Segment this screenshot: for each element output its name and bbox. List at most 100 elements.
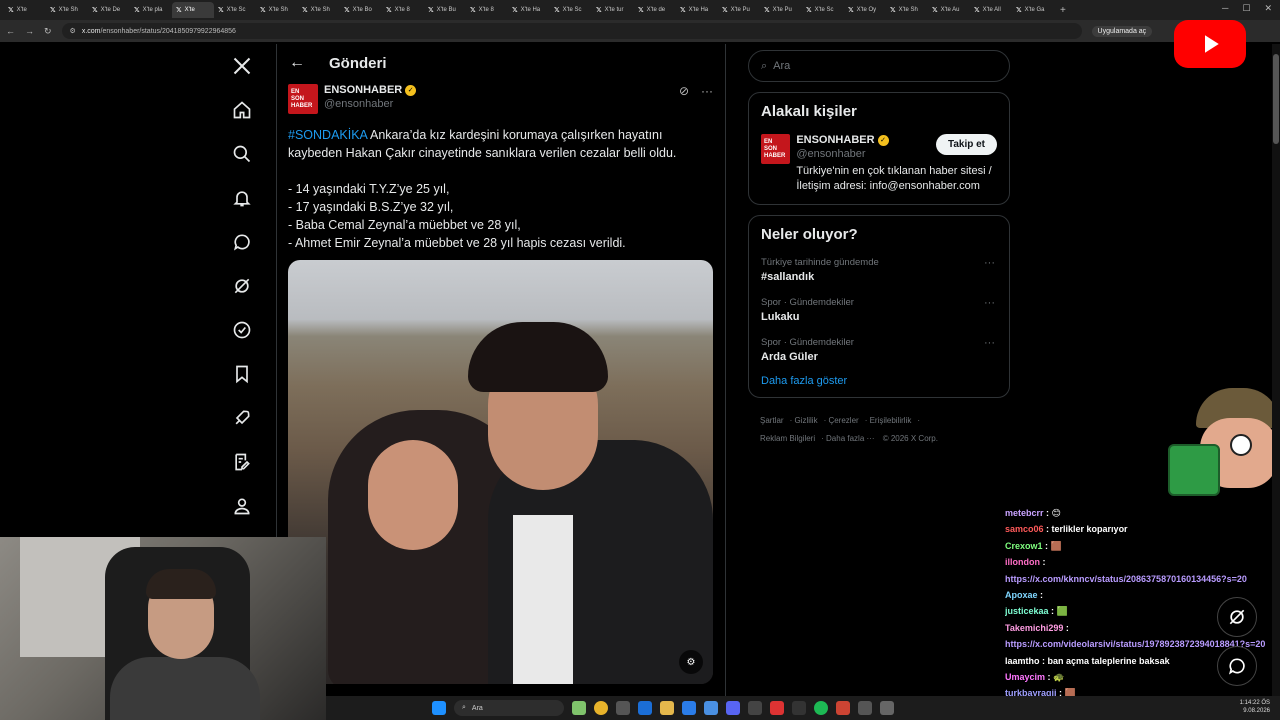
edge-icon[interactable] [638, 701, 652, 715]
browser-tab[interactable]: 𝕏 X'te Pu [760, 2, 802, 18]
browser-tab[interactable]: 𝕏 X'te 8 [382, 2, 424, 18]
grok-fab-icon[interactable] [1217, 597, 1257, 637]
author-handle[interactable]: @ensonhaber [324, 98, 416, 110]
app-icon[interactable] [748, 701, 762, 715]
folder-icon[interactable] [660, 701, 674, 715]
explore-search-icon[interactable] [226, 132, 258, 176]
chat-link[interactable]: https://x.com/kknncv/status/208637587016… [1005, 574, 1247, 584]
more-options-icon[interactable]: ··· [701, 84, 713, 98]
start-icon[interactable] [432, 701, 446, 715]
ensonhaber-logo[interactable]: EN SON HABER [288, 84, 318, 114]
chat-username[interactable]: justicekaa [1005, 606, 1049, 616]
browser-tab[interactable]: 𝕏 X'te Sh [298, 2, 340, 18]
articles-icon[interactable] [226, 440, 258, 484]
open-in-app-chip[interactable]: Uygulamada aç [1091, 25, 1153, 37]
browser-tab[interactable]: 𝕏 X'te de [634, 2, 676, 18]
browser-tab[interactable]: 𝕏 X'te Sc [214, 2, 256, 18]
footer-link[interactable]: Gizlilik [794, 416, 817, 425]
discord-icon[interactable] [726, 701, 740, 715]
chat-username[interactable]: Umaycim [1005, 672, 1045, 682]
app-icon[interactable] [704, 701, 718, 715]
chat-username[interactable]: Takemichi299 [1005, 623, 1063, 633]
browser-tab[interactable]: 𝕏 X'te Ha [508, 2, 550, 18]
browser-tab[interactable]: 𝕏 X'te Sc [550, 2, 592, 18]
browser-tab[interactable]: 𝕏 X'te Sh [256, 2, 298, 18]
follow-button[interactable]: Takip et [935, 134, 997, 155]
browser-tab[interactable]: 𝕏 X'te Oy [844, 2, 886, 18]
minimize-icon[interactable]: ─ [1222, 3, 1228, 14]
footer-link[interactable]: Şartlar [760, 416, 784, 425]
browser-tab[interactable]: 𝕏 X'te 8 [466, 2, 508, 18]
trend-item[interactable]: Türkiye tarihinde gündemde #sallandık ··… [761, 257, 997, 283]
chrome-icon[interactable] [594, 701, 608, 715]
site-info-icon[interactable]: ⚙ [70, 27, 76, 35]
chat-username[interactable]: Crexow1 [1005, 541, 1043, 551]
app-icon[interactable] [836, 701, 850, 715]
browser-tab[interactable]: 𝕏 X'te [4, 2, 46, 18]
back-nav-icon[interactable]: ← [6, 26, 15, 36]
chat-username[interactable]: laamtho [1005, 656, 1040, 666]
browser-tab[interactable]: 𝕏 X'te Bu [424, 2, 466, 18]
show-more-link[interactable]: Daha fazla göster [761, 375, 997, 387]
system-tray-clock[interactable]: 1:14:22 ÖS 9.08.2026 [1240, 699, 1270, 715]
hashtag-link[interactable]: #SONDAKİKA [288, 128, 367, 142]
browser-tab[interactable]: 𝕏 X'te Sh [46, 2, 88, 18]
chat-username[interactable]: samco06 [1005, 524, 1044, 534]
search-input[interactable]: ⌕ Ara [748, 50, 1010, 82]
home-icon[interactable] [226, 88, 258, 132]
scrollbar-thumb[interactable] [1273, 54, 1279, 144]
more-options-icon[interactable]: ··· [984, 297, 995, 309]
forward-nav-icon[interactable]: → [25, 26, 34, 36]
verified-orgs-icon[interactable] [226, 308, 258, 352]
browser-tab[interactable]: 𝕏 X'te Sc [802, 2, 844, 18]
chat-username[interactable]: illondon [1005, 557, 1040, 567]
related-person[interactable]: EN SON HABER ENSONHABER ✓ @ensonhaber Tür… [761, 134, 997, 194]
widget-icon[interactable] [572, 701, 586, 715]
profile-icon[interactable] [226, 484, 258, 528]
browser-tab[interactable]: 𝕏 X'te Ga [1012, 2, 1054, 18]
footer-link[interactable]: Reklam Bilgileri [760, 434, 815, 443]
url-field[interactable]: ⚙ x.com/ensonhaber/status/20418509799229… [61, 23, 1082, 39]
image-options-icon[interactable]: ⚙ [679, 650, 703, 674]
browser-tab[interactable]: 𝕏 X'te Pu [718, 2, 760, 18]
browser-tab[interactable]: 𝕏 X'te [172, 2, 214, 18]
maximize-icon[interactable]: ☐ [1242, 3, 1250, 14]
app-icon[interactable] [880, 701, 894, 715]
more-options-icon[interactable]: ··· [984, 257, 995, 269]
related-name[interactable]: ENSONHABER [796, 134, 874, 146]
app-icon[interactable] [616, 701, 630, 715]
tweet-photo[interactable]: ⚙ [288, 260, 713, 684]
messages-fab-icon[interactable] [1217, 646, 1257, 686]
back-arrow-icon[interactable]: ← [289, 54, 305, 72]
browser-tab[interactable]: 𝕏 X'te Ha [676, 2, 718, 18]
window-controls[interactable]: ─ ☐ ✕ [1222, 3, 1272, 14]
taskbar-search[interactable]: ⌕ Ara [454, 700, 564, 716]
spotify-icon[interactable] [814, 701, 828, 715]
footer-link[interactable]: Erişilebilirlik [870, 416, 912, 425]
trend-item[interactable]: Spor · Gündemdekiler Arda Güler ··· [761, 337, 997, 363]
app-icon[interactable] [858, 701, 872, 715]
reload-icon[interactable]: ↻ [44, 26, 52, 37]
browser-tab[interactable]: 𝕏 X'te All [970, 2, 1012, 18]
browser-tab[interactable]: 𝕏 X'te tur [592, 2, 634, 18]
x-logo-icon[interactable] [226, 44, 258, 88]
browser-tab[interactable]: 𝕏 X'te Bo [340, 2, 382, 18]
app-icon[interactable] [770, 701, 784, 715]
browser-tab[interactable]: 𝕏 X'te Au [928, 2, 970, 18]
chat-username[interactable]: Apoxae [1005, 590, 1038, 600]
browser-tab[interactable]: 𝕏 X'te De [88, 2, 130, 18]
footer-link[interactable]: Çerezler [828, 416, 858, 425]
footer-link[interactable]: Daha fazla ··· [826, 434, 874, 443]
chat-username[interactable]: metebcrr [1005, 508, 1044, 518]
app-icon[interactable] [792, 701, 806, 715]
ensonhaber-logo[interactable]: EN SON HABER [761, 134, 791, 164]
bookmarks-icon[interactable] [226, 352, 258, 396]
new-tab-icon[interactable]: + [1054, 5, 1072, 16]
rocket-icon[interactable] [226, 396, 258, 440]
store-icon[interactable] [682, 701, 696, 715]
browser-tab[interactable]: 𝕏 X'te pla [130, 2, 172, 18]
close-window-icon[interactable]: ✕ [1264, 3, 1272, 14]
messages-icon[interactable] [226, 220, 258, 264]
page-scrollbar[interactable] [1272, 44, 1280, 696]
grok-icon[interactable]: ⊘ [679, 84, 689, 98]
